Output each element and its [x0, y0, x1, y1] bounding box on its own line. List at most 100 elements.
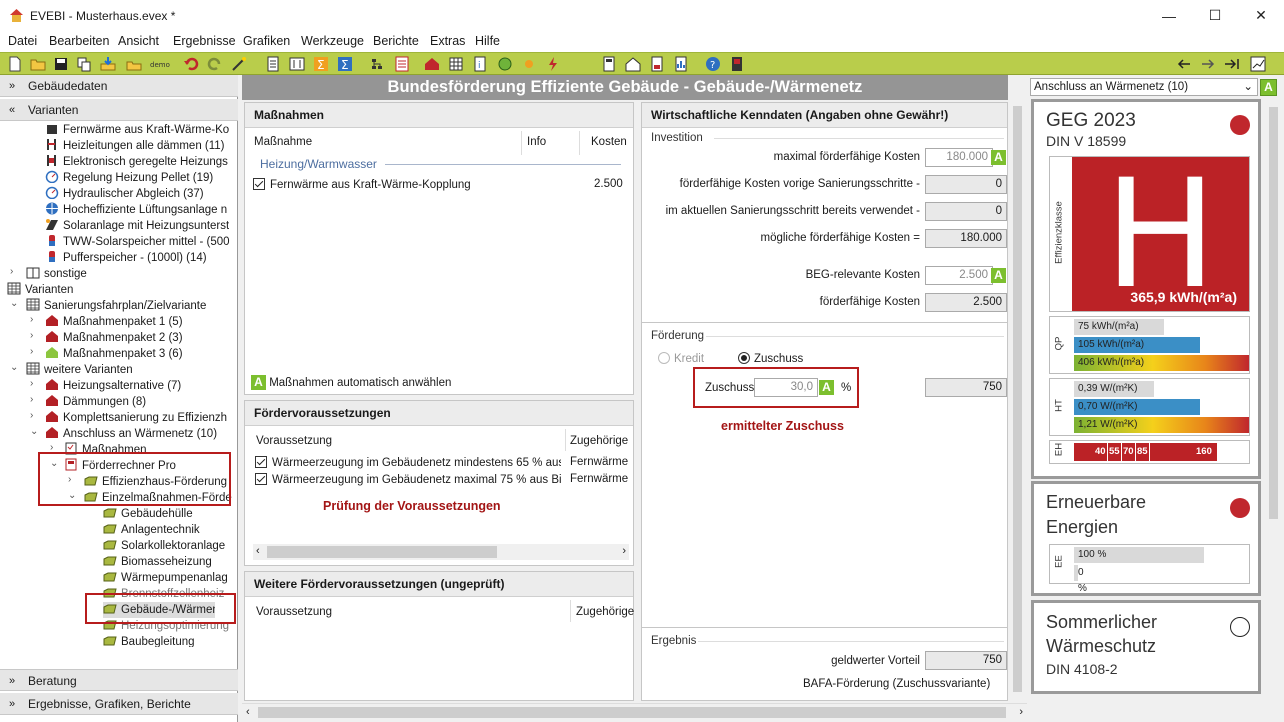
condition-row[interactable]: Wärmeerzeugung im Gebäudenetz maximal 75…	[255, 473, 561, 486]
tree-item[interactable]: Dämmungen (8)	[45, 394, 146, 410]
scrollbar-thumb[interactable]	[1269, 107, 1278, 519]
max-kosten-field[interactable]: 180.000	[925, 148, 993, 167]
section-beratung[interactable]: » Beratung	[0, 669, 238, 691]
expand-arrow-icon[interactable]: ›	[30, 314, 33, 325]
tree-item[interactable]: Maßnahmenpaket 2 (3)	[45, 330, 183, 346]
vertical-scrollbar[interactable]	[1266, 99, 1281, 695]
section-gebaeudedaten[interactable]: » Gebäudedaten	[0, 75, 238, 97]
arrow-end-icon[interactable]	[1224, 56, 1240, 72]
tree-item[interactable]: Hocheffiziente Lüftungsanlage n	[45, 202, 227, 218]
tree-item[interactable]: Heizungsalternative (7)	[45, 378, 181, 394]
menu-ansicht[interactable]: Ansicht	[118, 34, 159, 48]
tree-item[interactable]: Gebäudehülle	[103, 506, 193, 522]
demo-icon[interactable]: demo	[150, 56, 170, 72]
sigma-blue-icon[interactable]: Σ	[337, 56, 353, 72]
scrollbar-thumb[interactable]	[267, 546, 497, 558]
document-icon[interactable]	[265, 56, 281, 72]
bracket-icon[interactable]	[289, 56, 305, 72]
scrollbar-thumb[interactable]	[1013, 106, 1022, 692]
tree-item[interactable]: Varianten	[7, 282, 73, 298]
auto-value-button[interactable]: A	[819, 380, 834, 395]
condition-row[interactable]: Wärmeerzeugung im Gebäudenetz mindestens…	[255, 456, 561, 469]
export-icon[interactable]	[126, 56, 142, 72]
tree-item[interactable]: Elektronisch geregelte Heizungs	[45, 154, 228, 170]
redo-icon[interactable]	[207, 56, 223, 72]
close-button[interactable]: ✕	[1238, 0, 1284, 31]
condition-checkbox[interactable]	[255, 456, 267, 468]
tree-item[interactable]: Baubegleitung	[103, 634, 195, 647]
calculator-icon[interactable]	[601, 56, 617, 72]
sun-icon[interactable]	[521, 56, 537, 72]
vertical-scrollbar[interactable]	[1010, 102, 1025, 702]
horizontal-scrollbar[interactable]: ‹ ›	[242, 703, 1027, 720]
massnahme-checkbox[interactable]	[253, 178, 265, 190]
hierarchy-icon[interactable]	[369, 56, 385, 72]
variant-dropdown[interactable]: Anschluss an Wärmenetz (10) ⌄	[1030, 78, 1258, 96]
help-icon[interactable]: ?	[705, 56, 721, 72]
expand-arrow-icon[interactable]: ›	[30, 346, 33, 357]
tree-item[interactable]: weitere Varianten	[26, 362, 133, 378]
tree-item[interactable]: TWW-Solarspeicher mittel - (500	[45, 234, 230, 250]
tree-item[interactable]: Anschluss an Wärmenetz (10)	[45, 426, 217, 442]
copy-icon[interactable]	[76, 56, 92, 72]
tree-item[interactable]: Komplettsanierung zu Effizienzh	[45, 410, 227, 426]
auto-value-button[interactable]: A	[991, 150, 1006, 165]
section-varianten[interactable]: « Varianten	[0, 99, 238, 121]
menu-extras[interactable]: Extras	[430, 34, 465, 48]
red-house-icon[interactable]	[424, 56, 440, 72]
zuschuss-radio[interactable]: Zuschuss	[738, 352, 803, 365]
menu-bearbeiten[interactable]: Bearbeiten	[49, 34, 109, 48]
tree-item[interactable]: sonstige	[26, 266, 87, 282]
wizard-icon[interactable]	[231, 56, 247, 72]
menu-grafiken[interactable]: Grafiken	[243, 34, 290, 48]
list-icon[interactable]	[394, 56, 410, 72]
tree-item[interactable]: Pufferspeicher - (1000l) (14)	[45, 250, 207, 266]
tree-item[interactable]: Anlagentechnik	[103, 522, 200, 538]
minimize-button[interactable]: —	[1146, 0, 1192, 31]
column-header[interactable]: Voraussetzung	[256, 435, 332, 447]
lightning-icon[interactable]	[545, 56, 561, 72]
kredit-radio[interactable]: Kredit	[658, 352, 704, 365]
scroll-right-icon[interactable]: ›	[1019, 706, 1023, 718]
auto-button[interactable]: A	[1260, 79, 1277, 96]
auto-select-button[interactable]: A	[251, 375, 266, 390]
tree-item[interactable]: Maßnahmenpaket 1 (5)	[45, 314, 183, 330]
grid-icon[interactable]	[448, 56, 464, 72]
report-icon[interactable]	[649, 56, 665, 72]
collapse-arrow-icon[interactable]: ⌄	[10, 298, 18, 309]
tree-item[interactable]: Biomasseheizung	[103, 554, 212, 570]
menu-datei[interactable]: Datei	[8, 34, 37, 48]
expand-arrow-icon[interactable]: ›	[30, 394, 33, 405]
tree-item[interactable]: Maßnahmenpaket 3 (6)	[45, 346, 183, 362]
open-folder-icon[interactable]	[30, 56, 46, 72]
undo-icon[interactable]	[183, 56, 199, 72]
menu-hilfe[interactable]: Hilfe	[475, 34, 500, 48]
exit-icon[interactable]	[729, 56, 745, 72]
scrollbar-thumb[interactable]	[258, 707, 1006, 718]
column-header[interactable]: Zugehörige	[576, 606, 634, 618]
tree-item[interactable]: Fernwärme aus Kraft-Wärme-Ko	[45, 122, 229, 138]
column-header[interactable]: Info	[527, 136, 546, 148]
save-icon[interactable]	[53, 56, 69, 72]
auto-select-row[interactable]: A Maßnahmen automatisch anwählen	[251, 375, 451, 390]
expand-arrow-icon[interactable]: ›	[30, 378, 33, 389]
auto-value-button[interactable]: A	[991, 268, 1006, 283]
column-header[interactable]: Maßnahme	[254, 136, 312, 148]
menu-werkzeuge[interactable]: Werkzeuge	[301, 34, 364, 48]
tree-item[interactable]: Regelung Heizung Pellet (19)	[45, 170, 213, 186]
new-file-icon[interactable]	[7, 56, 23, 72]
chart-trend-icon[interactable]	[1250, 56, 1266, 72]
expand-arrow-icon[interactable]: ›	[30, 410, 33, 421]
tree-item[interactable]: Wärmepumpenanlag	[103, 570, 228, 586]
tree-item[interactable]: Hydraulischer Abgleich (37)	[45, 186, 204, 202]
globe-icon[interactable]	[497, 56, 513, 72]
column-header[interactable]: Voraussetzung	[256, 606, 332, 618]
tree-item[interactable]: Sanierungsfahrplan/Zielvariante	[26, 298, 206, 314]
scroll-right-icon[interactable]: ›	[622, 545, 626, 557]
section-ergebnisse[interactable]: » Ergebnisse, Grafiken, Berichte	[0, 693, 238, 715]
menu-berichte[interactable]: Berichte	[373, 34, 419, 48]
tree-item[interactable]: Heizleitungen alle dämmen (11)	[45, 138, 225, 154]
menu-ergebnisse[interactable]: Ergebnisse	[173, 34, 236, 48]
column-header[interactable]: Zugehörige F	[570, 435, 630, 447]
collapse-arrow-icon[interactable]: ⌄	[30, 426, 38, 437]
